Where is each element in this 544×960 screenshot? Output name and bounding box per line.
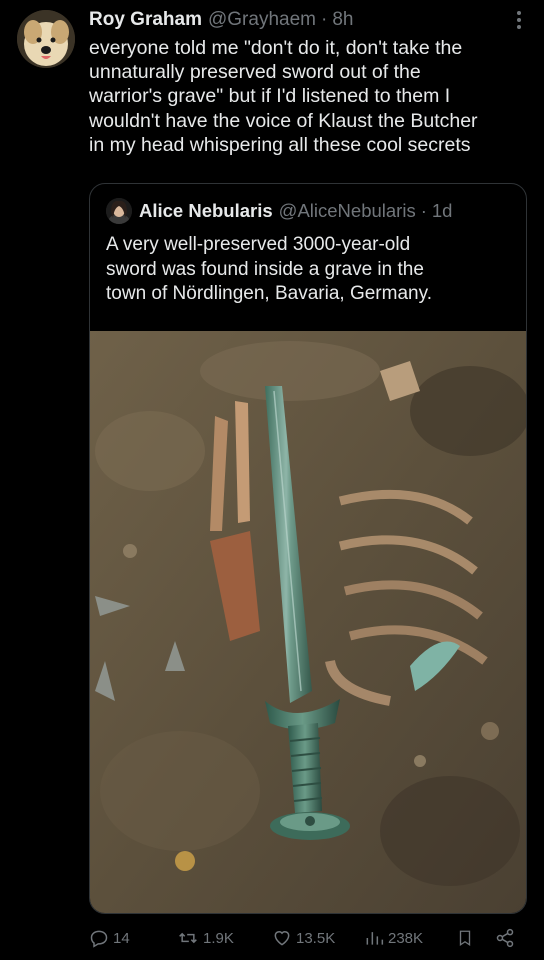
quoted-text-line: sword was found inside a grave in the — [106, 258, 424, 280]
share-button[interactable] — [495, 925, 519, 951]
reply-count: 14 — [113, 929, 130, 947]
reply-button[interactable]: 14 — [89, 925, 130, 951]
tweet-text-line: everyone told me "don't do it, don't tak… — [89, 37, 463, 59]
tweet-header: Roy Graham @Grayhaem · 8h — [89, 9, 504, 33]
views-count: 238K — [388, 929, 424, 947]
like-count: 13.5K — [296, 929, 336, 947]
action-bar: 14 1.9K 13.5K 238K — [89, 925, 529, 951]
tweet-text-line: warrior's grave" but if I'd listened to … — [89, 85, 451, 108]
like-button[interactable]: 13.5K — [272, 925, 335, 951]
quoted-text-line: town of Nördlingen, Bavaria, Germany. — [106, 283, 432, 304]
tweet-text-line: wouldn't have the voice of Klaust the Bu… — [89, 109, 478, 132]
author-name[interactable]: Roy Graham — [89, 9, 202, 31]
quoted-tweet[interactable]: Alice Nebularis @AliceNebularis · 1d A v… — [89, 183, 527, 914]
quoted-text-line: A very well-preserved 3000-year-old — [106, 234, 411, 255]
views-button[interactable]: 238K — [364, 925, 423, 951]
quoted-author-avatar[interactable] — [106, 198, 132, 224]
quoted-tweet-text: A very well-preserved 3000-year-old swor… — [106, 233, 516, 307]
author-handle[interactable]: @Grayhaem — [208, 9, 316, 31]
views-icon — [366, 932, 384, 945]
tweet-text-line: unnaturally preserved sword out of the — [89, 61, 421, 84]
quoted-tweet-header: Alice Nebularis @AliceNebularis · 1d — [106, 198, 452, 224]
time-separator: · — [320, 9, 328, 30]
sword-photo[interactable] — [90, 331, 526, 913]
quoted-author-name[interactable]: Alice Nebularis — [139, 200, 273, 222]
heart-icon — [274, 931, 290, 946]
quoted-author-handle[interactable]: @AliceNebularis — [279, 200, 416, 222]
tweet-text: everyone told me "don't do it, don't tak… — [89, 36, 534, 157]
bookmark-icon — [459, 930, 471, 947]
quoted-tweet-time[interactable]: 1d — [432, 200, 453, 222]
tweet-time[interactable]: 8h — [332, 9, 353, 31]
repost-count: 1.9K — [203, 929, 234, 947]
reply-icon — [90, 930, 108, 948]
more-icon[interactable] — [512, 8, 526, 34]
repost-icon — [179, 932, 197, 944]
quoted-time-separator: · — [420, 200, 427, 221]
share-icon — [496, 928, 514, 948]
repost-button[interactable]: 1.9K — [177, 925, 234, 951]
author-avatar[interactable] — [17, 10, 75, 68]
tweet-text-line: in my head whispering all these cool sec… — [89, 133, 471, 156]
bookmark-button[interactable] — [456, 925, 478, 951]
